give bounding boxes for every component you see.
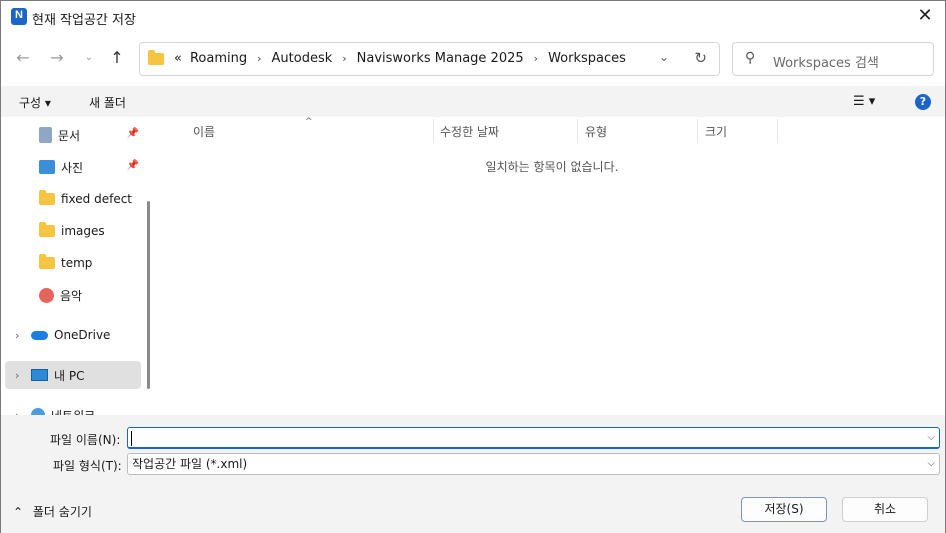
music-icon [39,287,54,303]
folder-icon [39,222,55,237]
chevron-up-icon: ⌃ [13,505,24,519]
recent-locations-chevron-icon[interactable]: ⌄ [77,47,101,71]
sidebar-item-label: 문서 [58,128,81,143]
pc-icon [31,369,48,381]
command-bar: 구성 ▾ 새 폴더 ☰ ▾ ? [1,86,945,117]
sidebar-item-network[interactable]: › 네트워크 [5,401,141,415]
chevron-right-icon[interactable]: › [528,52,544,65]
search-box[interactable]: ⚲ Workspaces 검색 [732,42,934,76]
forward-arrow-icon[interactable]: → [45,47,69,71]
sidebar-item-music[interactable]: 음악 [5,281,141,309]
dialog-title: 현재 작업공간 저장 [32,13,136,28]
filename-field[interactable]: ⌵ [127,427,940,449]
column-header-date-modified[interactable]: 수정한 날짜 [440,123,499,140]
network-icon [31,408,45,415]
sidebar-item-label: 음악 [60,288,83,303]
column-divider[interactable] [433,119,434,143]
sidebar-item-temp[interactable]: temp [5,249,141,277]
breadcrumb: « Roaming › Autodesk › Navisworks Manage… [170,51,630,66]
column-divider[interactable] [777,119,778,143]
sidebar-item-images[interactable]: images [5,217,141,245]
breadcrumb-overflow[interactable]: « [170,51,186,66]
pictures-icon [39,160,55,174]
chevron-down-icon[interactable]: ⌄ [659,50,669,64]
sidebar-item-label: 사진 [61,160,84,175]
title-bar: N 현재 작업공간 저장 ✕ [1,1,945,33]
filetype-value: 작업공간 파일 (*.xml) [132,457,248,471]
navigation-pane: 문서 📌 사진 📌 fixed defect images temp 음악 › … [1,117,159,415]
refresh-icon[interactable]: ↻ [694,49,707,67]
sidebar-item-label: fixed defect [61,192,133,206]
hide-folders-button[interactable]: ⌃ 폴더 숨기기 [13,503,92,520]
filename-label: 파일 이름(N): [50,433,121,447]
sidebar-item-this-pc[interactable]: › 내 PC [5,361,141,389]
filetype-label: 파일 형식(T): [53,459,122,473]
help-icon[interactable]: ? [915,94,931,110]
view-options-icon[interactable]: ☰ ▾ [853,94,875,109]
close-icon[interactable]: ✕ [911,3,939,31]
sidebar-item-documents[interactable]: 문서 📌 [5,121,141,149]
sidebar-item-label: temp [61,256,93,270]
column-header-type[interactable]: 유형 [585,123,607,140]
search-input[interactable]: Workspaces 검색 [773,52,879,71]
folder-icon [39,190,55,205]
navigation-pane-scrollbar[interactable] [147,201,150,389]
organize-button[interactable]: 구성 ▾ [19,94,51,111]
sort-ascending-icon: ^ [305,117,313,127]
folder-icon [148,50,164,65]
sidebar-item-onedrive[interactable]: › OneDrive [5,321,141,349]
sidebar-item-label: images [61,224,105,238]
sidebar-item-fixed-defect[interactable]: fixed defect [5,185,141,213]
save-dialog: N 현재 작업공간 저장 ✕ ← → ⌄ ↑ « Roaming › Autod… [0,0,946,533]
filetype-select[interactable]: 작업공간 파일 (*.xml) ⌵ [127,453,940,475]
folder-icon [39,254,55,269]
save-button[interactable]: 저장(S) [741,497,827,522]
chevron-down-icon[interactable]: ⌵ [927,454,935,474]
empty-message: 일치하는 항목이 없습니다. [485,160,619,174]
sidebar-item-label: OneDrive [54,328,111,342]
chevron-right-icon[interactable]: › [251,52,267,65]
search-icon: ⚲ [745,50,756,66]
column-header-name[interactable]: 이름 [193,123,215,140]
file-list: ^ 이름 수정한 날짜 유형 크기 일치하는 항목이 없습니다. [159,117,945,415]
text-cursor [131,431,132,446]
new-folder-button[interactable]: 새 폴더 [89,94,126,111]
up-arrow-icon[interactable]: ↑ [105,47,129,71]
breadcrumb-item[interactable]: Roaming [186,51,251,66]
navigation-bar: ← → ⌄ ↑ « Roaming › Autodesk › Naviswork… [1,33,945,86]
chevron-right-icon[interactable]: › [15,369,19,382]
address-bar[interactable]: « Roaming › Autodesk › Navisworks Manage… [139,42,720,76]
back-arrow-icon[interactable]: ← [11,47,35,71]
save-form: 파일 이름(N): ⌵ 파일 형식(T): 작업공간 파일 (*.xml) ⌵ … [1,415,945,533]
column-divider[interactable] [577,119,578,143]
navisworks-app-icon: N [11,8,27,25]
pin-icon: 📌 [126,128,139,139]
sidebar-item-label: 내 PC [54,368,85,383]
cancel-button[interactable]: 취소 [842,497,928,522]
breadcrumb-item[interactable]: Autodesk [268,51,337,66]
sidebar-item-pictures[interactable]: 사진 📌 [5,153,141,181]
documents-icon [39,127,52,143]
sidebar-item-label: 네트워크 [51,407,95,416]
breadcrumb-item[interactable]: Workspaces [544,51,630,66]
onedrive-icon [31,330,48,340]
chevron-right-icon[interactable]: › [336,52,352,65]
column-header-size[interactable]: 크기 [705,123,727,140]
chevron-right-icon[interactable]: › [15,329,19,342]
column-divider[interactable] [697,119,698,143]
chevron-down-icon[interactable]: ⌵ [927,428,935,448]
hide-folders-label: 폴더 숨기기 [32,505,92,519]
breadcrumb-item[interactable]: Navisworks Manage 2025 [353,51,528,66]
pin-icon: 📌 [126,160,139,171]
